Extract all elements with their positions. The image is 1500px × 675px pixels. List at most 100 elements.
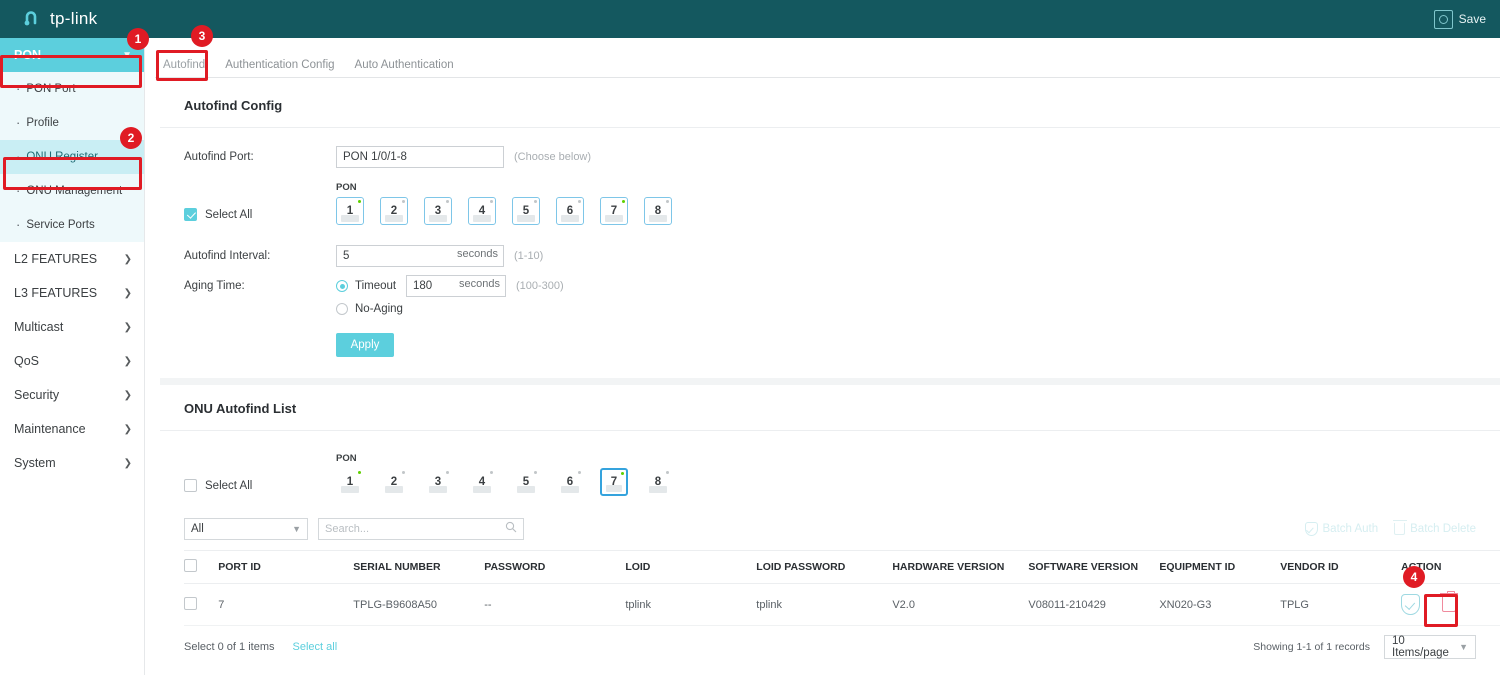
- sidebar-item-pon-port[interactable]: · PON Port: [0, 72, 144, 106]
- cell-vendor-id: TPLG: [1280, 584, 1401, 626]
- config-pon-port-3[interactable]: 3: [424, 197, 452, 225]
- search-input[interactable]: [325, 523, 505, 535]
- list-pon-port-grid: PON 1 2: [336, 453, 672, 496]
- autofind-config-title: Autofind Config: [160, 82, 1500, 128]
- sidebar-item-onu-register[interactable]: · ONU Register: [0, 140, 144, 174]
- list-pon-port-3[interactable]: 3: [424, 468, 452, 496]
- header-serial-number: SERIAL NUMBER: [353, 551, 484, 584]
- config-pon-port-2[interactable]: 2: [380, 197, 408, 225]
- header-hardware-version: HARDWARE VERSION: [892, 551, 1028, 584]
- timeout-radio[interactable]: [336, 280, 348, 292]
- config-pon-port-6[interactable]: 6: [556, 197, 584, 225]
- top-header-bar: tp-link Save: [0, 0, 1500, 38]
- list-pon-port-7[interactable]: 7: [600, 468, 628, 496]
- sidebar-group-pon[interactable]: PON ▼: [0, 38, 144, 72]
- chevron-right-icon: ❯: [124, 390, 132, 401]
- sidebar-group-label: Maintenance: [14, 422, 86, 436]
- config-select-all-group[interactable]: Select All: [184, 208, 336, 225]
- batch-auth-button[interactable]: Batch Auth: [1305, 522, 1379, 536]
- list-pon-port-1[interactable]: 1: [336, 468, 364, 496]
- page-size-select[interactable]: 10 Items/page ▼: [1384, 635, 1476, 659]
- cell-port-id: 7: [218, 584, 353, 626]
- tab-authentication-config[interactable]: Authentication Config: [217, 59, 342, 77]
- chevron-down-icon: ▼: [122, 50, 132, 61]
- list-pon-port-6[interactable]: 6: [556, 468, 584, 496]
- port-number: 2: [391, 205, 397, 217]
- header-select-all-cell: [184, 551, 218, 584]
- port-number: 8: [655, 205, 661, 217]
- sidebar-item-service-ports[interactable]: · Service Ports: [0, 208, 144, 242]
- list-pon-port-8[interactable]: 8: [644, 468, 672, 496]
- config-pon-port-8[interactable]: 8: [644, 197, 672, 225]
- sidebar-group-label: L2 FEATURES: [14, 252, 97, 266]
- list-pon-port-2[interactable]: 2: [380, 468, 408, 496]
- noaging-radio[interactable]: [336, 303, 348, 315]
- aging-time-label: Aging Time:: [184, 280, 336, 292]
- cell-action: [1401, 584, 1500, 626]
- tab-auto-authentication[interactable]: Auto Authentication: [347, 59, 462, 77]
- tplink-logo-icon: [22, 8, 44, 30]
- tab-autofind[interactable]: Autofind: [155, 59, 213, 77]
- noaging-radio-group[interactable]: No-Aging: [336, 303, 403, 315]
- sidebar-item-label: ONU Register: [26, 151, 98, 163]
- autofind-port-input[interactable]: [336, 146, 504, 168]
- config-select-all-checkbox[interactable]: [184, 208, 197, 221]
- save-button[interactable]: Save: [1434, 7, 1486, 31]
- autofind-config-body: Autofind Port: (Choose below) Select All…: [160, 128, 1500, 379]
- config-pon-port-7[interactable]: 7: [600, 197, 628, 225]
- sidebar-group-l2-features[interactable]: L2 FEATURES ❯: [0, 242, 144, 276]
- sidebar-group-pon-label: PON: [14, 48, 41, 62]
- sidebar-group-l3-features[interactable]: L3 FEATURES ❯: [0, 276, 144, 310]
- autofind-port-selector-row: Select All PON 1 2: [184, 182, 1500, 225]
- brand-logo: tp-link: [22, 8, 97, 30]
- sidebar-group-label: QoS: [14, 354, 39, 368]
- sidebar-item-label: ONU Management: [26, 185, 122, 197]
- sidebar-subnav-pon: · PON Port · Profile · ONU Register · ON…: [0, 72, 144, 242]
- row-delete-button[interactable]: [1442, 597, 1456, 612]
- search-icon[interactable]: [505, 520, 517, 538]
- header-equipment-id: EQUIPMENT ID: [1159, 551, 1280, 584]
- list-pon-port-4[interactable]: 4: [468, 468, 496, 496]
- row-authorize-button[interactable]: [1401, 594, 1420, 615]
- sidebar-group-label: L3 FEATURES: [14, 286, 97, 300]
- chevron-right-icon: ❯: [124, 458, 132, 469]
- sidebar-item-profile[interactable]: · Profile: [0, 106, 144, 140]
- header-loid: LOID: [625, 551, 756, 584]
- port-number: 4: [479, 476, 485, 488]
- list-select-all-checkbox[interactable]: [184, 479, 197, 492]
- panel-divider: [160, 378, 1500, 385]
- list-pon-port-5[interactable]: 5: [512, 468, 540, 496]
- apply-button[interactable]: Apply: [336, 333, 394, 357]
- timeout-radio-group[interactable]: Timeout: [336, 280, 406, 292]
- selected-count-text: Select 0 of 1 items: [184, 641, 275, 653]
- table-row[interactable]: 7 TPLG-B9608A50 -- tplink tplink V2.0 V0…: [184, 584, 1500, 626]
- table-header-row: PORT ID SERIAL NUMBER PASSWORD LOID LOID…: [184, 551, 1500, 584]
- config-pon-port-1[interactable]: 1: [336, 197, 364, 225]
- filter-select[interactable]: All ▼: [184, 518, 308, 540]
- config-pon-port-4[interactable]: 4: [468, 197, 496, 225]
- sidebar-group-multicast[interactable]: Multicast ❯: [0, 310, 144, 344]
- sidebar-group-qos[interactable]: QoS ❯: [0, 344, 144, 378]
- search-box[interactable]: [318, 518, 524, 540]
- port-status-led-icon: [622, 200, 625, 203]
- header-loid-password: LOID PASSWORD: [756, 551, 892, 584]
- sidebar-group-maintenance[interactable]: Maintenance ❯: [0, 412, 144, 446]
- save-disk-icon: [1434, 10, 1453, 29]
- showing-records-text: Showing 1-1 of 1 records: [1253, 641, 1370, 653]
- batch-delete-button[interactable]: Batch Delete: [1394, 523, 1476, 535]
- row-select-checkbox[interactable]: [184, 597, 197, 610]
- port-status-led-icon: [490, 200, 493, 203]
- sidebar-group-security[interactable]: Security ❯: [0, 378, 144, 412]
- select-all-link[interactable]: Select all: [293, 641, 338, 653]
- sidebar-item-onu-management[interactable]: · ONU Management: [0, 174, 144, 208]
- port-status-led-icon: [621, 472, 624, 475]
- port-number: 5: [523, 205, 529, 217]
- chevron-down-icon: ▼: [1459, 642, 1468, 652]
- config-select-all-label: Select All: [205, 209, 252, 221]
- aging-time-timeout-row: Aging Time: Timeout seconds (100-300): [184, 275, 1500, 297]
- table-select-all-checkbox[interactable]: [184, 559, 197, 572]
- config-pon-port-5[interactable]: 5: [512, 197, 540, 225]
- port-status-led-icon: [666, 200, 669, 203]
- list-select-all-group[interactable]: Select All: [184, 479, 336, 496]
- sidebar-group-system[interactable]: System ❯: [0, 446, 144, 480]
